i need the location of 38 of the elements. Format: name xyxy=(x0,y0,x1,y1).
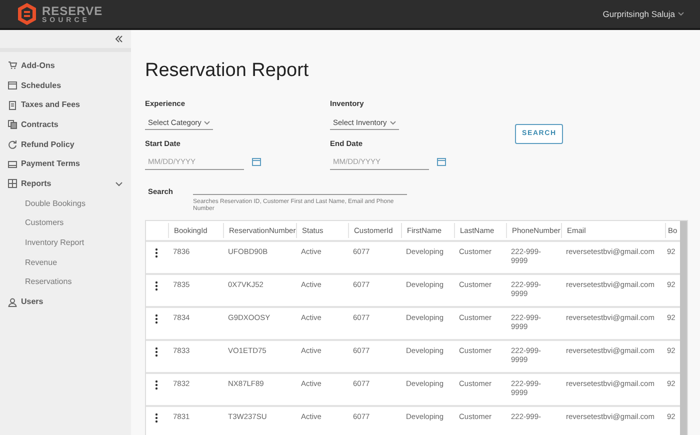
calendar-icon[interactable] xyxy=(437,158,446,166)
sidebar-item[interactable]: Add-Ons xyxy=(21,56,123,76)
sidebar-subitem[interactable]: Revenue xyxy=(25,256,58,269)
kebab-menu-icon[interactable] xyxy=(155,281,158,292)
chevron-icon[interactable] xyxy=(115,180,123,188)
copies-icon xyxy=(8,120,17,130)
sidebar-item[interactable]: Taxes and Fees xyxy=(21,95,123,116)
kebab-menu-icon[interactable] xyxy=(155,413,158,424)
table-icon xyxy=(8,179,17,188)
kebab-menu-icon[interactable] xyxy=(155,347,158,358)
calendar-icon[interactable] xyxy=(252,158,261,166)
refresh-icon xyxy=(8,140,17,150)
caret-icon[interactable] xyxy=(204,121,210,126)
caret-icon[interactable] xyxy=(390,121,396,126)
collapse-icon[interactable] xyxy=(115,35,123,43)
sidebar-subitem[interactable]: Inventory Report xyxy=(25,237,84,250)
kebab-menu-icon[interactable] xyxy=(155,248,158,258)
sidebar-subitem[interactable]: Double Bookings xyxy=(25,198,86,210)
chevron-icon[interactable] xyxy=(678,12,684,16)
person-icon xyxy=(8,298,17,307)
kebab-menu-icon[interactable] xyxy=(155,380,158,390)
sidebar-item[interactable]: Refund Policy xyxy=(21,134,123,154)
kebab-menu-icon[interactable] xyxy=(155,314,158,324)
page-title: Reservation Report xyxy=(145,60,310,83)
user-menu[interactable]: Gurpritsingh Saluja xyxy=(602,8,675,20)
scrollbar[interactable] xyxy=(680,221,687,435)
logo-text: RESERVE xyxy=(42,4,103,16)
calendar-icon xyxy=(8,81,17,90)
sidebar-item[interactable]: Reports xyxy=(21,174,115,194)
sidebar-item[interactable]: Users xyxy=(21,292,123,312)
cart-icon xyxy=(8,61,17,70)
sidebar-item[interactable]: Schedules xyxy=(21,76,123,96)
sidebar-item[interactable]: Contracts xyxy=(21,115,123,135)
card-icon xyxy=(8,160,17,169)
sidebar-subitem[interactable]: Customers xyxy=(25,217,64,230)
sidebar-subitem[interactable]: Reservations xyxy=(25,276,72,288)
document-icon xyxy=(8,100,17,110)
sidebar-item[interactable]: Payment Terms xyxy=(21,154,123,174)
